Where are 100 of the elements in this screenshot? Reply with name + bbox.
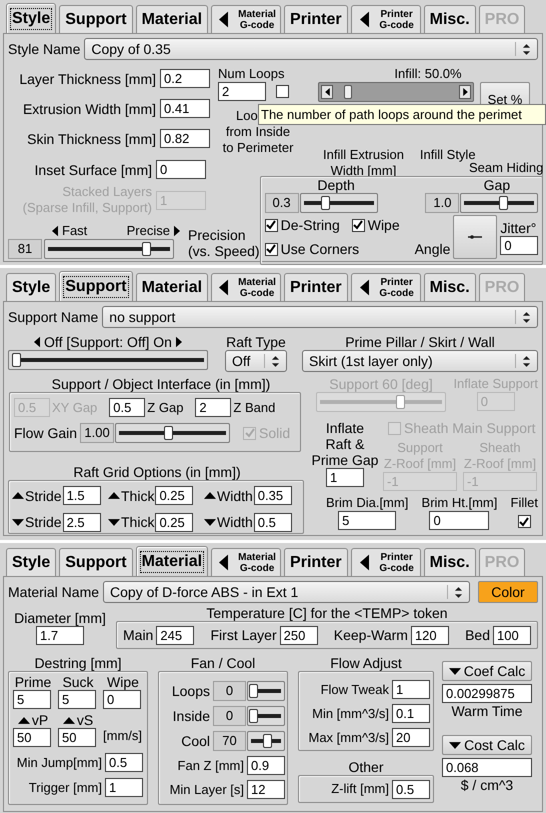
input-field[interactable]: 1 — [105, 778, 143, 797]
field-label: Support / Object Interface (in [mm]) — [50, 376, 270, 392]
tab[interactable]: Misc. — [424, 5, 476, 33]
input-field[interactable]: 0.5 — [105, 753, 143, 772]
input-field[interactable]: 0.82 — [160, 129, 210, 148]
color-button[interactable]: Color — [478, 581, 538, 603]
input-field[interactable]: 100 — [493, 626, 531, 644]
input-field[interactable]: 2 — [218, 82, 266, 101]
field-label: First Layer — [210, 627, 277, 643]
slider[interactable] — [247, 681, 285, 701]
slider[interactable] — [460, 193, 538, 213]
input-field[interactable]: 50 — [58, 728, 96, 747]
slider-thumb[interactable] — [321, 196, 330, 210]
slider-thumb[interactable] — [142, 242, 151, 256]
slider-thumb[interactable] — [248, 709, 258, 723]
input-field[interactable]: 5 — [338, 511, 396, 530]
input-field[interactable]: 0.2 — [160, 69, 210, 88]
input-field[interactable]: 0.25 — [155, 512, 194, 532]
dropdown[interactable]: Copy of D-force ABS - in Ext 1 — [103, 581, 470, 603]
slider[interactable] — [44, 239, 174, 259]
input-field[interactable]: 245 — [156, 626, 194, 644]
field-label: Flow Adjust — [330, 655, 402, 671]
field-label: Material Name — [8, 584, 100, 600]
dropdown[interactable]: Off — [225, 350, 287, 372]
input-field[interactable]: 50 — [13, 728, 51, 747]
input-field[interactable]: 2 — [195, 398, 232, 417]
slider[interactable] — [316, 392, 446, 412]
input-field[interactable]: 0.41 — [160, 99, 210, 118]
input-field[interactable]: 2.5 — [62, 512, 101, 532]
input-field[interactable]: 0.35 — [254, 486, 292, 506]
tab[interactable]: Style — [6, 3, 56, 33]
tab[interactable]: Printer G-code — [350, 5, 421, 33]
slider[interactable] — [247, 706, 285, 726]
checkbox[interactable] — [518, 515, 531, 528]
input-field[interactable]: 120 — [410, 626, 449, 644]
checkbox[interactable] — [264, 218, 278, 232]
input-field[interactable]: 12 — [247, 780, 285, 799]
slider[interactable] — [247, 731, 285, 751]
input-field[interactable]: 5 — [13, 690, 51, 709]
dropdown[interactable]: Copy of 0.35 — [84, 38, 538, 60]
checkbox[interactable] — [352, 218, 365, 232]
tab[interactable]: Printer G-code — [350, 548, 421, 576]
input-field[interactable]: 1.7 — [36, 626, 84, 645]
input-field[interactable]: 0.5 — [392, 780, 430, 798]
tab[interactable]: Material G-code — [211, 548, 282, 576]
slider-thumb[interactable] — [12, 353, 22, 367]
input-field[interactable]: 0.5 — [254, 512, 292, 532]
scrollbar[interactable] — [318, 82, 474, 102]
input-field[interactable]: 0 — [429, 511, 490, 530]
tab[interactable]: Printer — [284, 548, 348, 576]
scrollbar-thumb[interactable] — [344, 85, 352, 99]
input-field[interactable]: 20 — [392, 728, 430, 747]
slider-thumb[interactable] — [262, 734, 272, 748]
input-field[interactable]: 1 — [392, 680, 430, 699]
tab[interactable]: Misc. — [424, 273, 476, 301]
tab[interactable]: Material — [136, 273, 208, 301]
input-field[interactable]: 1.5 — [62, 486, 101, 506]
input-field[interactable]: 0 — [500, 236, 538, 254]
slider[interactable] — [300, 193, 378, 213]
input-field[interactable]: 0.00299875 — [442, 684, 532, 703]
dropdown[interactable]: no support — [102, 306, 538, 328]
value-readout: 1.00 — [80, 423, 114, 443]
input-field[interactable]: 0 — [103, 690, 141, 709]
input-field[interactable]: 0.5 — [109, 398, 146, 417]
input-field[interactable]: 250 — [280, 626, 318, 644]
checkbox[interactable] — [264, 242, 278, 256]
tab[interactable]: Printer G-code — [350, 273, 421, 301]
slider[interactable] — [8, 350, 208, 370]
coef-calc-button[interactable]: Coef Calc — [442, 661, 532, 681]
slider[interactable] — [115, 423, 230, 443]
input-field[interactable]: 0.068 — [442, 758, 532, 777]
tab[interactable]: Style — [6, 548, 56, 576]
tab[interactable]: Material — [136, 546, 208, 576]
tab[interactable]: Material G-code — [211, 5, 282, 33]
cost-calc-button[interactable]: Cost Calc — [442, 735, 532, 755]
input-field[interactable]: 0.25 — [155, 486, 194, 506]
tab[interactable]: Support — [59, 548, 133, 576]
tab[interactable]: Printer — [284, 5, 348, 33]
slider-thumb[interactable] — [164, 426, 172, 440]
slider-thumb[interactable] — [498, 196, 508, 210]
tab[interactable]: Printer — [284, 273, 348, 301]
tab[interactable]: Support — [59, 271, 133, 301]
field-label: Temperature [C] for the <TEMP> token — [206, 605, 448, 621]
dropdown[interactable]: Skirt (1st layer only) — [302, 350, 538, 372]
triangle-down-icon — [449, 742, 462, 748]
input-field[interactable]: 0.9 — [247, 756, 285, 775]
tab[interactable]: Support — [59, 5, 133, 33]
input-field[interactable]: 1 — [326, 468, 364, 487]
field-label: Precise — [126, 223, 170, 239]
tab[interactable]: Material — [136, 5, 208, 33]
input-field[interactable]: 0 — [156, 160, 206, 179]
field-label: Raft Grid Options (in [mm]) — [73, 464, 241, 480]
input-field[interactable]: 0.1 — [392, 704, 430, 723]
field-label: Angle — [414, 241, 450, 257]
tab[interactable]: Style — [6, 273, 56, 301]
slider-thumb[interactable] — [248, 684, 258, 698]
checkbox[interactable] — [276, 85, 289, 98]
tab[interactable]: Misc. — [424, 548, 476, 576]
input-field[interactable]: 5 — [58, 690, 96, 709]
tab[interactable]: Material G-code — [211, 273, 282, 301]
